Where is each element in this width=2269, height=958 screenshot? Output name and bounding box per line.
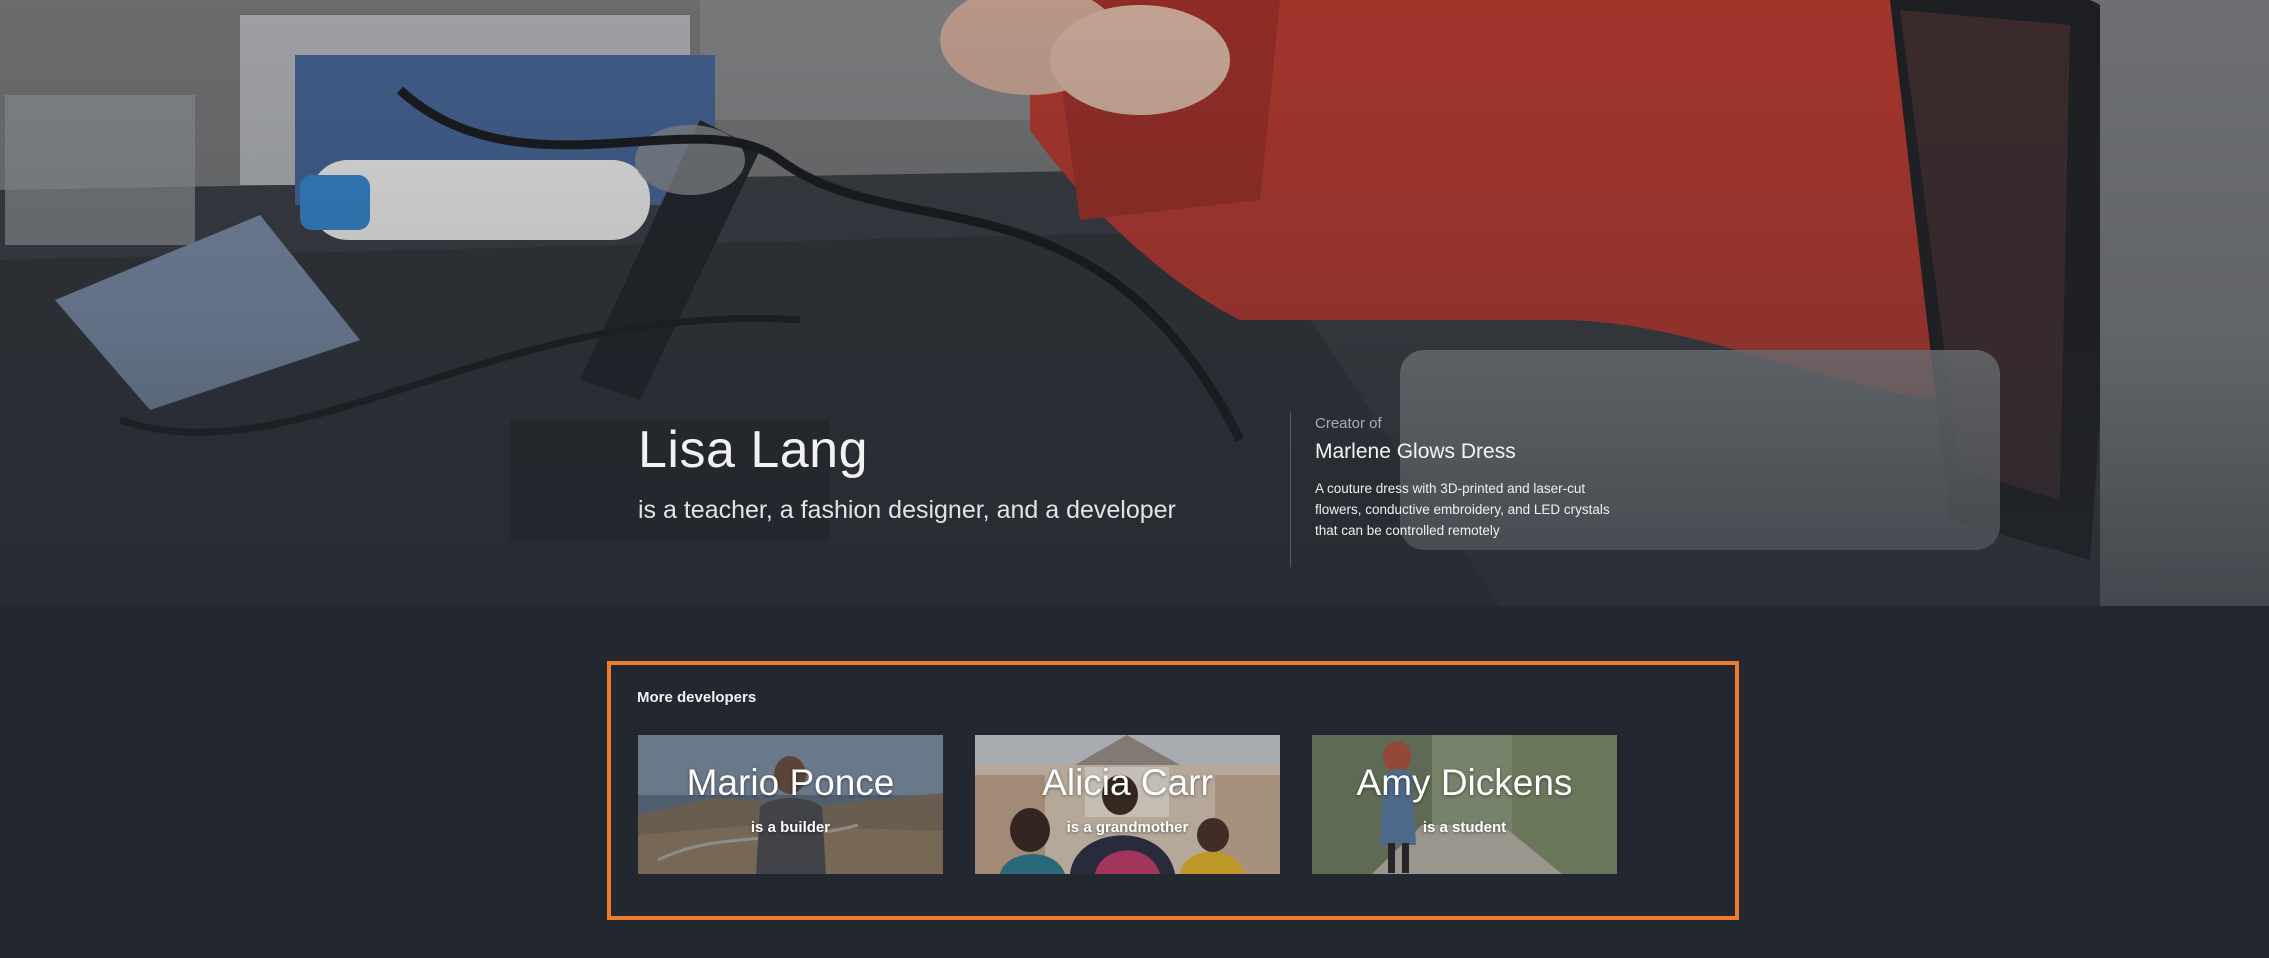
developer-card-mario-ponce[interactable]: Mario Ponce is a builder: [638, 735, 943, 874]
project-title: Marlene Glows Dress: [1315, 440, 1516, 463]
hero-divider: [1290, 412, 1291, 567]
developer-name: Amy Dickens: [1356, 762, 1573, 803]
developer-name: Mario Ponce: [686, 762, 895, 803]
card-overlay: [638, 735, 943, 874]
developer-card-amy-dickens[interactable]: Amy Dickens is a student: [1312, 735, 1617, 874]
card-overlay: [975, 735, 1280, 874]
developer-role: is a grandmother: [1066, 819, 1189, 836]
developer-card-alicia-carr[interactable]: Alicia Carr is a grandmother: [975, 735, 1280, 874]
hero-tagline: is a teacher, a fashion designer, and a …: [638, 496, 1176, 524]
creator-label: Creator of: [1315, 415, 1382, 432]
hero-developer-name: Lisa Lang: [638, 421, 869, 479]
more-developers-heading: More developers: [637, 689, 757, 706]
project-description: A couture dress with 3D-printed and lase…: [1315, 481, 1610, 538]
developer-role: is a builder: [750, 819, 831, 836]
hero-section: Lisa Lang is a teacher, a fashion design…: [0, 0, 2269, 606]
card-overlay: [1312, 735, 1617, 874]
developer-role: is a student: [1422, 819, 1507, 836]
developer-name: Alicia Carr: [1042, 762, 1213, 803]
